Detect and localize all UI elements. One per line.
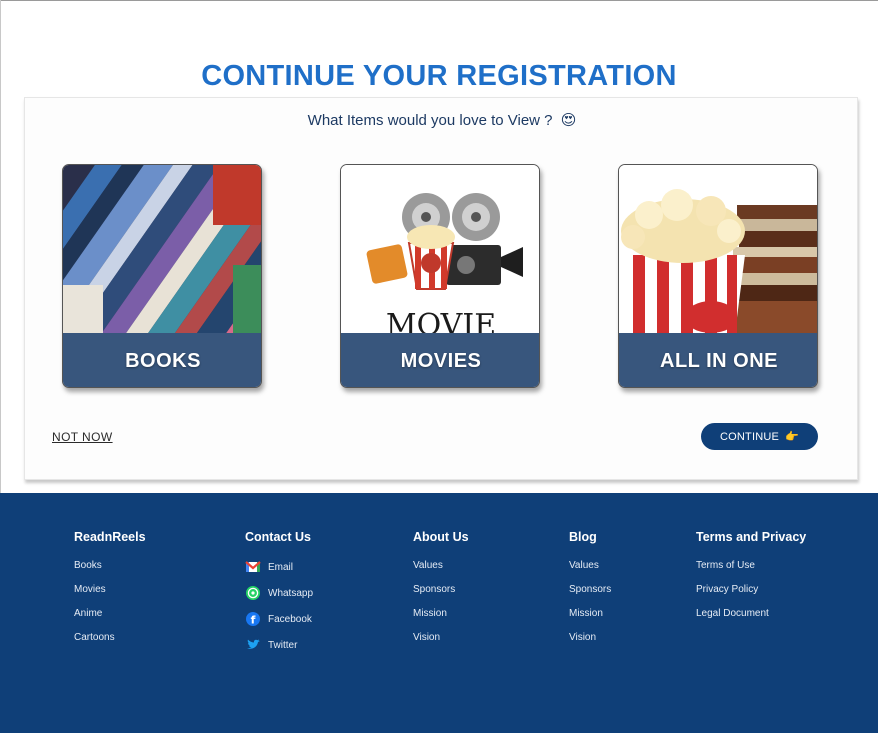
footer-link-movies[interactable]: Movies — [74, 584, 146, 608]
continue-button-label: CONTINUE — [720, 430, 780, 443]
footer-col-brand: ReadnReels Books Movies Anime Cartoons — [74, 530, 146, 656]
svg-text:f: f — [251, 614, 256, 627]
option-all-in-one-label-bar: ALL IN ONE — [619, 333, 817, 387]
footer-blog-link-vision[interactable]: Vision — [569, 632, 611, 656]
page-title: CONTINUE YOUR REGISTRATION — [201, 60, 677, 92]
gmail-icon — [245, 559, 261, 575]
heart-eyes-emoji-icon: 😍 — [560, 112, 577, 129]
footer-about-title: About Us — [413, 530, 469, 544]
footer-link-terms-of-use[interactable]: Terms of Use — [696, 560, 806, 584]
footer-link-legal-document[interactable]: Legal Document — [696, 608, 806, 632]
svg-text:MOVIE: MOVIE — [386, 308, 496, 333]
footer-link-facebook[interactable]: f Facebook — [245, 606, 313, 632]
footer-terms-title: Terms and Privacy — [696, 530, 807, 544]
footer-blog-title: Blog — [569, 530, 597, 544]
footer-blog-link-mission[interactable]: Mission — [569, 608, 611, 632]
footer-whatsapp-label: Whatsapp — [268, 587, 314, 599]
footer-facebook-label: Facebook — [268, 613, 312, 625]
not-now-link[interactable]: NOT NOW — [52, 430, 113, 444]
movies-image: MOVIE — [341, 165, 539, 333]
option-movies-label-bar: MOVIES — [341, 333, 539, 387]
footer-col-contact: Contact Us Email Whatsapp f Facebook Twi… — [245, 530, 313, 658]
option-movies-label: MOVIES — [400, 349, 482, 372]
question-text: What Items would you love to View ? 😍 — [25, 111, 859, 129]
footer-blog-link-values[interactable]: Values — [569, 560, 611, 584]
option-books-label-bar: BOOKS — [63, 333, 261, 387]
option-books-card[interactable]: BOOKS — [62, 164, 262, 388]
footer-brand-title: ReadnReels — [74, 530, 146, 544]
footer-about-link-values[interactable]: Values — [413, 560, 469, 584]
twitter-icon — [245, 637, 261, 653]
footer-link-whatsapp[interactable]: Whatsapp — [245, 580, 313, 606]
footer-about-link-vision[interactable]: Vision — [413, 632, 469, 656]
footer-twitter-label: Twitter — [268, 639, 298, 651]
pointing-hand-icon: 👉 — [785, 431, 799, 443]
footer-link-cartoons[interactable]: Cartoons — [74, 632, 146, 656]
selection-panel: What Items would you love to View ? 😍 BO… — [24, 97, 858, 480]
option-books-label: BOOKS — [125, 349, 201, 372]
option-all-in-one-card[interactable]: ALL IN ONE — [618, 164, 818, 388]
whatsapp-icon — [245, 585, 261, 601]
footer-col-blog: Blog Values Sponsors Mission Vision — [569, 530, 611, 656]
footer-col-about: About Us Values Sponsors Mission Vision — [413, 530, 469, 656]
footer-blog-link-sponsors[interactable]: Sponsors — [569, 584, 611, 608]
popcorn-and-books-image — [619, 165, 817, 333]
window-top-border — [0, 0, 878, 1]
footer-contact-title: Contact Us — [245, 530, 311, 544]
continue-button[interactable]: CONTINUE 👉 — [701, 423, 818, 450]
question-label: What Items would you love to View ? — [307, 112, 553, 129]
facebook-icon: f — [245, 611, 261, 627]
footer-link-twitter[interactable]: Twitter — [245, 632, 313, 658]
footer-about-link-mission[interactable]: Mission — [413, 608, 469, 632]
footer-link-email[interactable]: Email — [245, 554, 313, 580]
footer-link-privacy-policy[interactable]: Privacy Policy — [696, 584, 806, 608]
footer-about-link-sponsors[interactable]: Sponsors — [413, 584, 469, 608]
footer-email-label: Email — [268, 561, 294, 573]
footer-link-anime[interactable]: Anime — [74, 608, 146, 632]
books-image — [63, 165, 261, 333]
site-footer: ReadnReels Books Movies Anime Cartoons C… — [0, 493, 878, 733]
option-all-in-one-label: ALL IN ONE — [660, 349, 778, 372]
footer-col-terms: Terms and Privacy Terms of Use Privacy P… — [696, 530, 806, 632]
option-movies-card[interactable]: MOVIE MOVIES — [340, 164, 540, 388]
footer-link-books[interactable]: Books — [74, 560, 146, 584]
